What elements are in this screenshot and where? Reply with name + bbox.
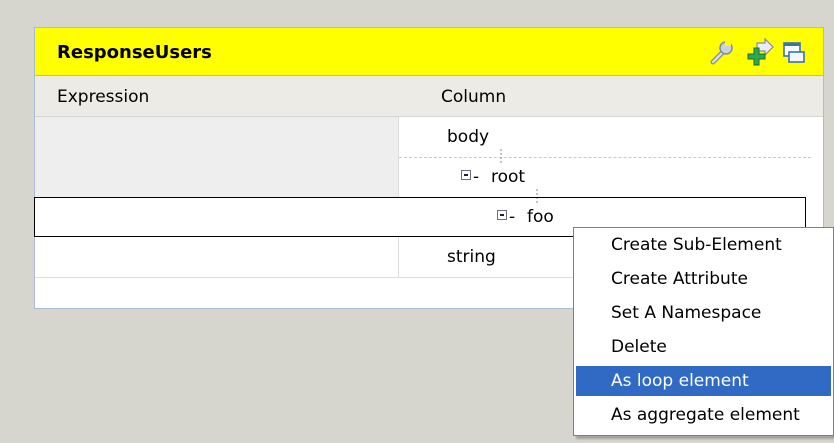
collapse-icon[interactable] — [461, 170, 471, 180]
expression-cell[interactable] — [35, 117, 399, 157]
panel-title: ResponseUsers — [57, 42, 212, 63]
node-label-root: root — [491, 167, 526, 187]
collapse-icon[interactable] — [497, 210, 507, 220]
menu-item-create-attribute[interactable]: Create Attribute — [576, 264, 831, 294]
expression-cell[interactable] — [35, 237, 399, 277]
column-header: Column — [441, 87, 507, 107]
panel-title-bar: ResponseUsers — [35, 28, 823, 76]
window-icon[interactable] — [780, 38, 810, 66]
wrench-icon[interactable] — [707, 38, 737, 66]
menu-item-as-aggregate-element[interactable]: As aggregate element — [576, 400, 831, 430]
expression-cell[interactable] — [35, 198, 399, 236]
menu-item-set-namespace[interactable]: Set A Namespace — [576, 298, 831, 328]
table-row[interactable]: body — [35, 117, 811, 157]
import-arrow-icon[interactable] — [745, 37, 775, 66]
node-label-string: string — [447, 247, 496, 267]
column-cell[interactable]: body — [399, 117, 811, 157]
node-label-foo: foo — [527, 207, 554, 227]
column-cell[interactable]: - root — [399, 157, 811, 197]
table-header: Expression Column — [35, 76, 823, 117]
expression-header: Expression — [57, 87, 150, 107]
expression-cell[interactable] — [35, 157, 399, 197]
context-menu: Create Sub-Element Create Attribute Set … — [573, 227, 834, 436]
menu-item-create-sub-element[interactable]: Create Sub-Element — [576, 230, 831, 260]
menu-item-delete[interactable]: Delete — [576, 332, 831, 362]
menu-item-as-loop-element[interactable]: As loop element — [576, 366, 831, 396]
table-row[interactable]: - root — [35, 157, 811, 197]
node-label-body: body — [447, 127, 490, 147]
